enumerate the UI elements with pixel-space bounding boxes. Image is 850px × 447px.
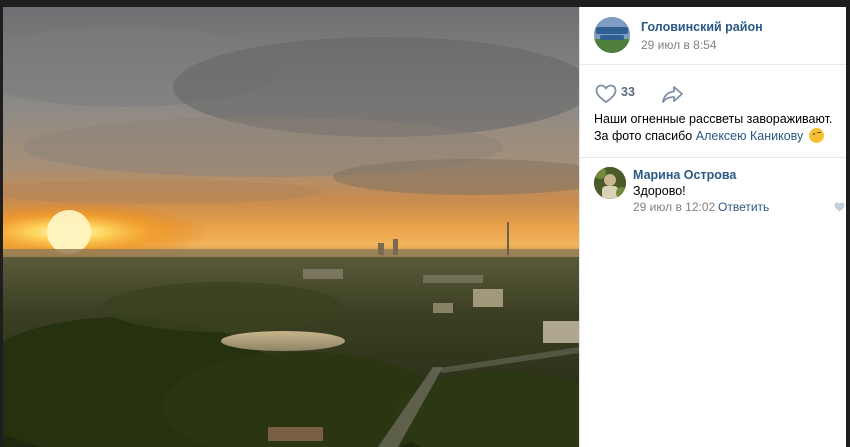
author-mention-link[interactable]: Алексею Каникову [696, 129, 804, 143]
commenter-avatar[interactable] [594, 167, 626, 199]
commenter-photo-icon [594, 167, 626, 199]
small-heart-icon[interactable] [834, 202, 845, 212]
winking-face-emoji-icon [808, 128, 824, 143]
like-count: 33 [621, 85, 635, 99]
comment-item: Марина Острова Здорово! 29 июл в 12:02 О… [580, 158, 846, 218]
photo-viewer: Головинский район 29 июл в 8:54 33 Наши … [3, 7, 846, 447]
sunrise-cityscape-image [3, 7, 579, 447]
post-sidebar: Головинский район 29 июл в 8:54 33 Наши … [579, 7, 846, 447]
heart-icon[interactable] [595, 84, 617, 104]
comment-author-link[interactable]: Марина Острова [633, 168, 736, 182]
post-photo[interactable] [3, 7, 579, 447]
post-date[interactable]: 29 июл в 8:54 [641, 38, 717, 52]
comment-date[interactable]: 29 июл в 12:02 [633, 200, 715, 214]
reply-button[interactable]: Ответить [718, 200, 769, 214]
post-text: Наши огненные рассветы завораживают. За … [594, 111, 842, 145]
group-avatar[interactable] [594, 17, 630, 53]
group-name-link[interactable]: Головинский район [641, 20, 763, 34]
post-header: Головинский район 29 июл в 8:54 [580, 7, 846, 65]
post-actions: 33 [580, 78, 846, 108]
group-logo-icon [594, 17, 630, 53]
share-arrow-icon[interactable] [661, 84, 684, 104]
comment-text: Здорово! [633, 184, 686, 198]
